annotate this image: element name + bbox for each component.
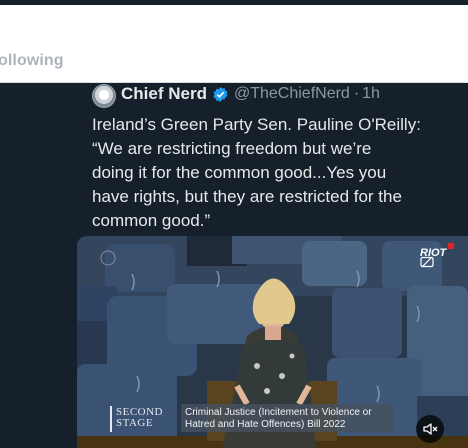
captions-off-icon <box>420 256 434 268</box>
riot-watermark: RIOT <box>420 243 454 259</box>
video-caption: Criminal Justice (Incitement to Violence… <box>181 404 393 432</box>
speaker-muted-icon <box>423 423 438 435</box>
tweet-text-line: “We are restricting freedom but we’re <box>92 139 372 158</box>
tweet-timestamp[interactable]: 1h <box>362 83 380 105</box>
author-name[interactable]: Chief Nerd <box>121 83 207 105</box>
tweet-text-line: Ireland’s Green Party Sen. Pauline O'Rei… <box>92 115 421 134</box>
stage-label: SECOND STAGE <box>116 407 163 429</box>
stage-label-line: STAGE <box>116 417 154 429</box>
mute-toggle-button[interactable] <box>416 415 444 443</box>
stage-divider <box>110 406 112 432</box>
tweet-author-row: Chief Nerd @TheChiefNerd · 1h <box>92 83 380 108</box>
tweet-text-line: common good.” <box>92 211 211 230</box>
avatar[interactable] <box>92 84 116 108</box>
quoted-tweet[interactable]: Chief Nerd @TheChiefNerd · 1h Ireland’s … <box>77 83 468 448</box>
tweet-text-line: have rights, but they are restricted for… <box>92 187 402 206</box>
tweet-text-line: doing it for the common good...Yes you <box>92 163 387 182</box>
watermark-mark <box>448 243 454 249</box>
tweet-text: Ireland’s Green Party Sen. Pauline O'Rei… <box>92 113 457 233</box>
author-handle[interactable]: @TheChiefNerd <box>234 83 350 105</box>
tweet-video[interactable]: SECOND STAGE Criminal Justice (Incitemen… <box>77 236 468 448</box>
timeline-header: ollowing <box>0 5 468 83</box>
separator-dot: · <box>353 85 360 102</box>
verified-badge-icon <box>213 87 228 102</box>
tab-following[interactable]: ollowing <box>0 52 64 70</box>
